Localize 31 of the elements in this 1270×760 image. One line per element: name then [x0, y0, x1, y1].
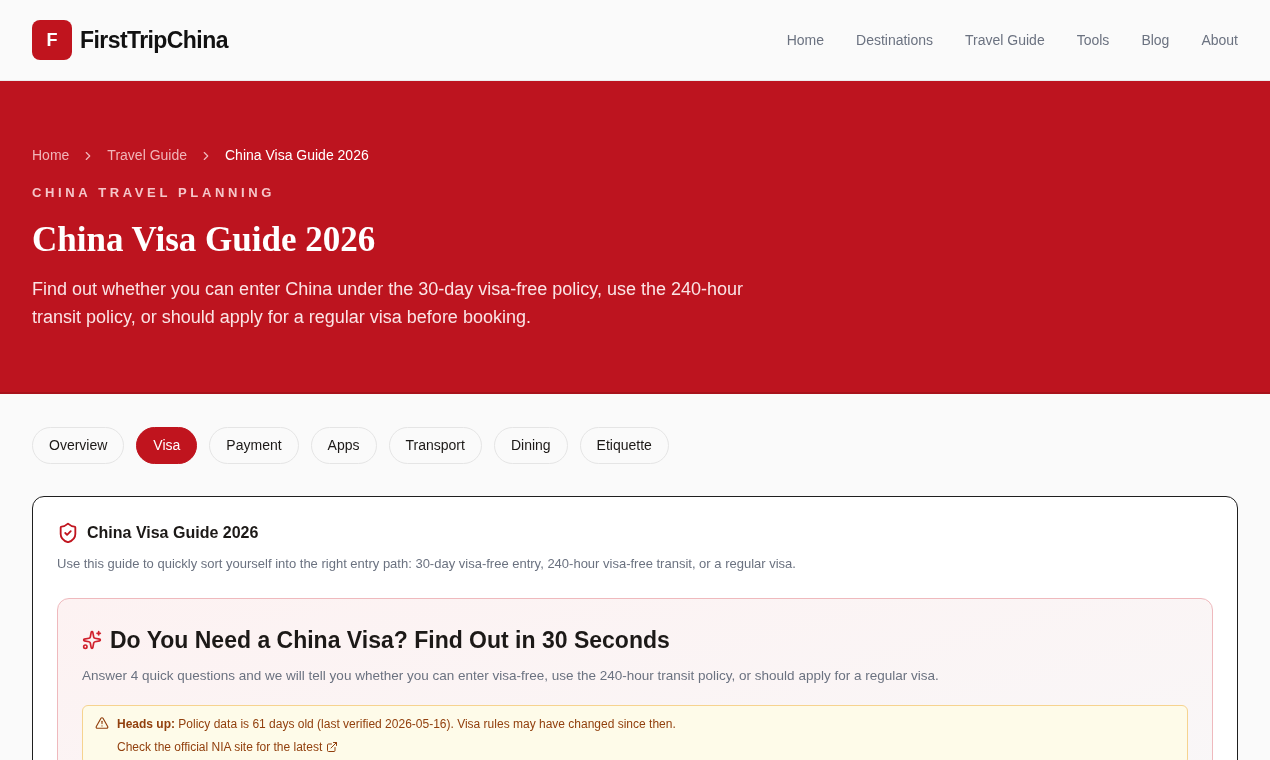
nav-link[interactable]: Travel Guide	[965, 29, 1045, 51]
brand-name[interactable]: FirstTripChina	[80, 22, 228, 58]
nia-site-link[interactable]: Check the official NIA site for the latest	[117, 738, 339, 757]
nav-link[interactable]: Home	[786, 29, 824, 51]
card-description: Use this guide to quickly sort yourself into the right entry path: 30-day visa-free entry, 240-hour visa-free transit, or a regular visa.	[57, 555, 797, 573]
breadcrumb-link[interactable]: Travel Guide	[107, 145, 187, 166]
card-title: China Visa Guide 2026	[87, 523, 259, 543]
logo-mark[interactable]: F	[32, 20, 72, 60]
quiz-title: Do You Need a China Visa? Find Out in 30 Seconds	[110, 625, 670, 655]
nav-link[interactable]: Blog	[1141, 29, 1170, 51]
shield-check-icon	[57, 522, 79, 544]
nav-link[interactable]: Destinations	[856, 29, 934, 51]
alert-message: Heads up: Policy data is 61 days old (last verified 2026-05-16). Visa rules may have changed since then.	[117, 716, 676, 734]
external-link-icon	[326, 741, 339, 754]
nav-link[interactable]: About	[1201, 29, 1238, 51]
eyebrow-label: CHINA TRAVEL PLANNING	[32, 184, 276, 202]
category-tab[interactable]: Visa	[136, 427, 198, 464]
category-tab[interactable]: Etiquette	[579, 427, 669, 464]
page-title: China Visa Guide 2026	[32, 218, 376, 261]
breadcrumb-link[interactable]: Home	[32, 145, 70, 166]
sparkles-icon	[82, 629, 102, 650]
category-tab[interactable]: Overview	[32, 427, 125, 464]
breadcrumb-link[interactable]: China Visa Guide 2026	[225, 145, 369, 166]
category-tab[interactable]: Payment	[209, 427, 299, 464]
category-tab[interactable]: Apps	[310, 427, 377, 464]
warning-icon	[95, 716, 109, 731]
hero-description: Find out whether you can enter China under the 30-day visa-free policy, use the 240-hour transit policy, or should apply for a regular visa before booking.	[32, 277, 745, 329]
category-tab[interactable]: Transport	[388, 427, 482, 464]
quiz-description: Answer 4 quick questions and we will tell you whether you can enter visa-free, use the 240-hour transit policy, or should apply for a regular visa.	[82, 667, 940, 685]
category-tab[interactable]: Dining	[493, 427, 568, 464]
nav-link[interactable]: Tools	[1076, 29, 1110, 51]
